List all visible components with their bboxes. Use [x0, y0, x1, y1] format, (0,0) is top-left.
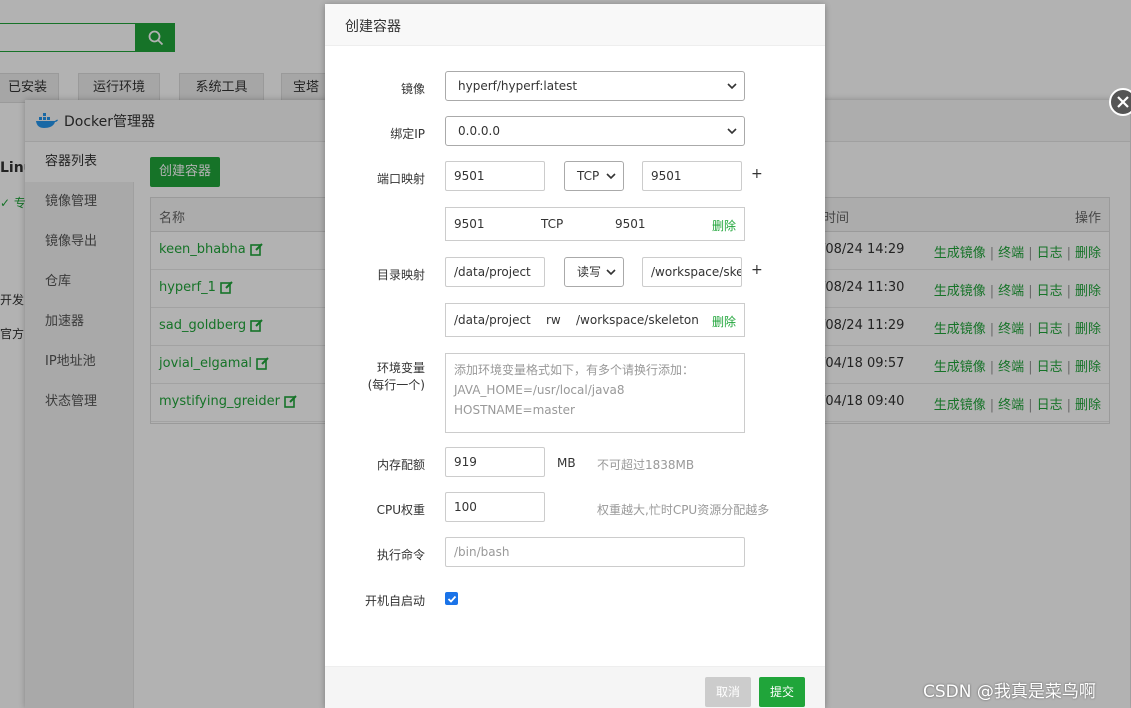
chevron-down-icon	[606, 269, 616, 276]
dir-container-input[interactable]: /workspace/ske	[642, 257, 742, 287]
env-label: 环境变量	[376, 361, 425, 375]
dir-label: 目录映射	[376, 268, 425, 282]
memory-unit: MB	[557, 456, 576, 470]
memory-hint: 不可超过1838MB	[597, 458, 695, 472]
port-entry-proto: TCP	[541, 217, 564, 231]
dir-entry-host: /data/project	[454, 313, 531, 327]
add-port-button[interactable]: +	[751, 166, 763, 182]
dir-mapping-entry: /data/project rw /workspace/skeleton 删除	[445, 303, 745, 337]
cpu-label: CPU权重	[376, 503, 425, 517]
submit-button[interactable]: 提交	[759, 677, 805, 707]
env-textarea[interactable]: 添加环境变量格式如下，有多个请换行添加： JAVA_HOME=/usr/loca…	[445, 353, 745, 433]
dir-entry-mode: rw	[546, 313, 561, 327]
cpu-hint: 权重越大,忙时CPU资源分配越多	[597, 503, 770, 517]
dialog-footer: 取消 提交	[325, 666, 825, 708]
close-icon	[1117, 96, 1129, 108]
cancel-button[interactable]: 取消	[705, 677, 751, 707]
watermark: CSDN @我真是菜鸟啊	[923, 682, 1096, 702]
ip-select[interactable]: 0.0.0.0	[445, 116, 745, 146]
memory-input[interactable]: 919	[445, 447, 545, 477]
image-select-value: hyperf/hyperf:latest	[458, 79, 578, 93]
check-icon	[447, 595, 456, 603]
chevron-down-icon	[727, 128, 737, 135]
cpu-input[interactable]: 100	[445, 492, 545, 522]
port-container-input[interactable]: 9501	[642, 161, 742, 191]
ip-select-value: 0.0.0.0	[458, 124, 500, 138]
port-mapping-entry: 9501 TCP 9501 删除	[445, 207, 745, 241]
port-proto-value: TCP	[577, 169, 600, 183]
port-host-input[interactable]: 9501	[445, 161, 545, 191]
image-label: 镜像	[400, 82, 425, 96]
dir-host-input[interactable]: /data/project	[445, 257, 545, 287]
port-proto-select[interactable]: TCP	[564, 161, 624, 191]
chevron-down-icon	[606, 173, 616, 180]
ip-label: 绑定IP	[390, 127, 425, 141]
add-dir-button[interactable]: +	[751, 262, 763, 278]
port-entry-host: 9501	[454, 217, 485, 231]
autostart-checkbox[interactable]	[445, 592, 458, 605]
dialog-title-bar: 创建容器	[325, 4, 825, 46]
port-entry-container: 9501	[615, 217, 646, 231]
cmd-label: 执行命令	[376, 548, 425, 562]
dir-mode-value: 读写	[577, 265, 602, 279]
image-select[interactable]: hyperf/hyperf:latest	[445, 71, 745, 101]
autostart-label: 开机自启动	[364, 594, 425, 608]
port-entry-delete-link[interactable]: 删除	[712, 217, 736, 234]
memory-label: 内存配额	[376, 458, 425, 472]
create-container-dialog: 创建容器 镜像 hyperf/hyperf:latest 绑定IP 0.0.0.…	[325, 4, 825, 708]
close-window-button[interactable]	[1109, 88, 1131, 116]
port-label: 端口映射	[376, 172, 425, 186]
dialog-title: 创建容器	[345, 19, 401, 35]
dir-entry-delete-link[interactable]: 删除	[712, 313, 736, 330]
dir-mode-select[interactable]: 读写	[564, 257, 624, 287]
chevron-down-icon	[727, 83, 737, 90]
env-sublabel: (每行一个)	[367, 378, 425, 392]
cmd-input[interactable]: /bin/bash	[445, 537, 745, 567]
dir-entry-container: /workspace/skeleton	[576, 313, 699, 327]
